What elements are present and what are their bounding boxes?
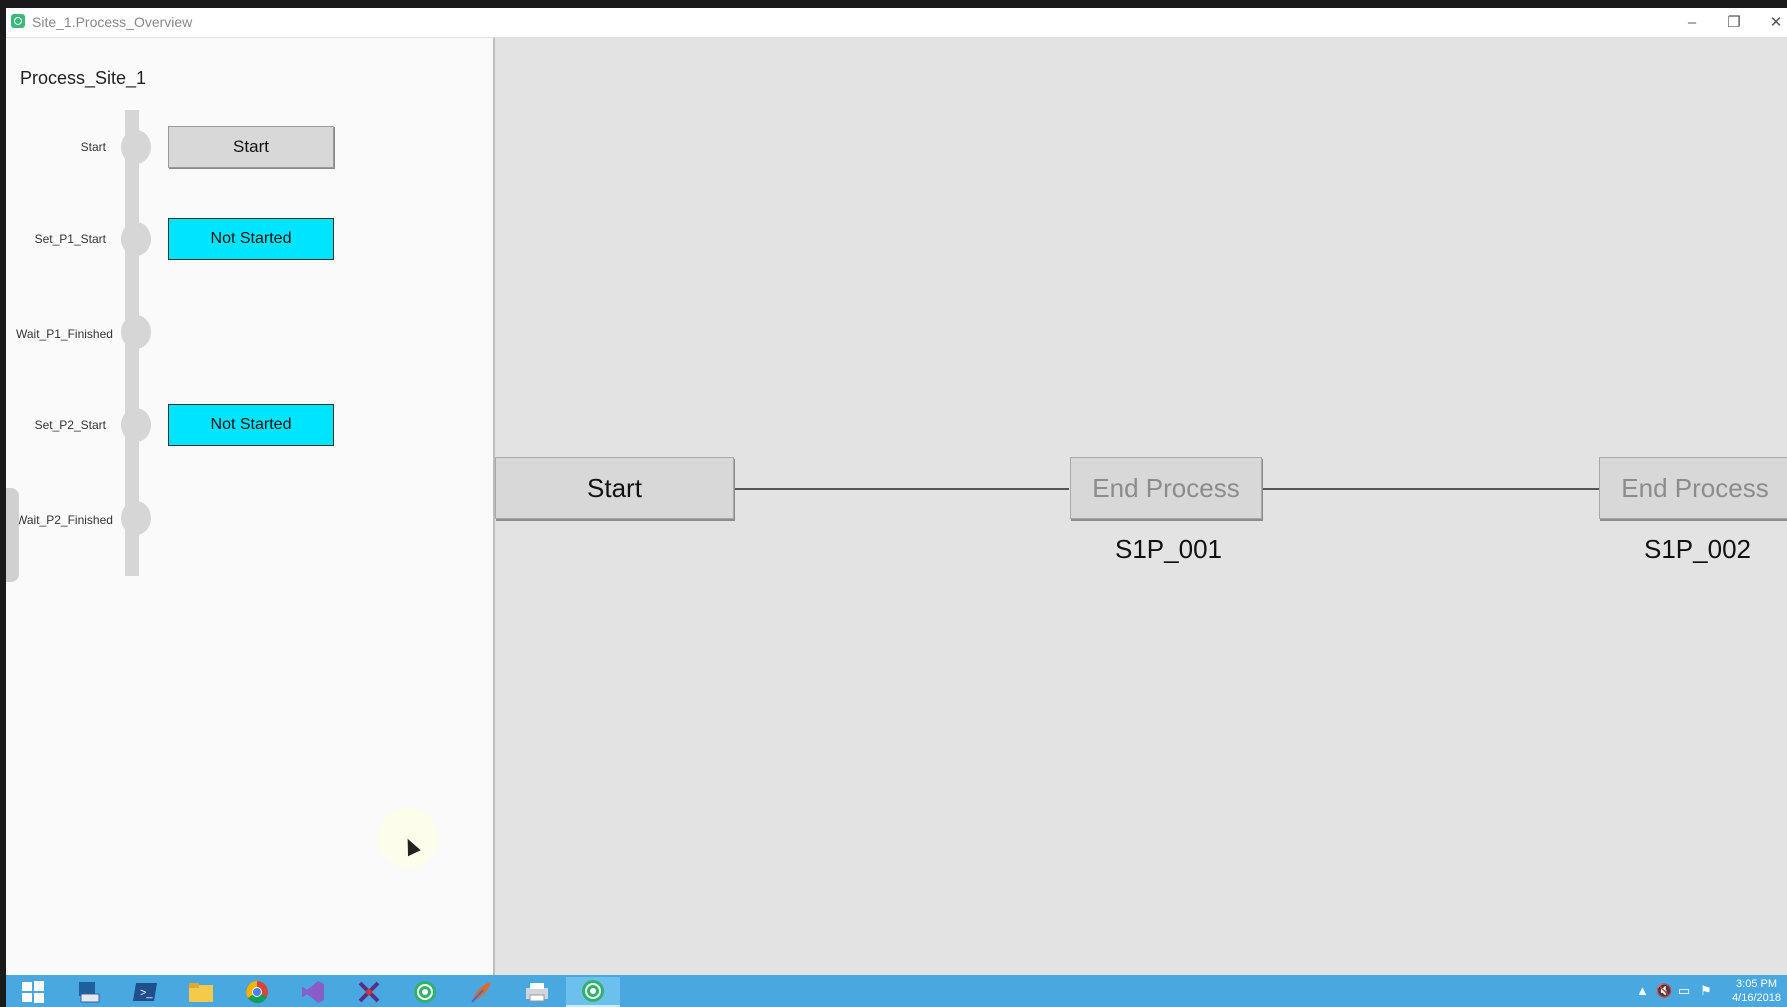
flow-connector [733, 488, 1069, 490]
flow-node-end-process[interactable]: End Process [1599, 457, 1787, 519]
show-hidden-icons-icon[interactable]: ▲ [1636, 983, 1649, 998]
flow-node-start[interactable]: Start [495, 457, 734, 519]
application-window: Site_1.Process_Overview – ❐ ✕ Process_Si… [6, 8, 1787, 975]
svg-text:>_: >_ [140, 987, 153, 999]
step-label-wait-p1-finished: Wait_P1_Finished [16, 327, 113, 341]
window-title: Site_1.Process_Overview [32, 14, 193, 30]
step-sequence-panel: Process_Site_1 Start Start Set_P1_Start … [6, 38, 495, 975]
panel-collapse-handle[interactable] [6, 488, 19, 582]
flow-node-end-process[interactable]: End Process [1070, 457, 1262, 519]
printer-icon[interactable] [510, 977, 564, 1007]
step-label-start: Start [80, 140, 106, 154]
step-node-set-p2-start [121, 408, 151, 442]
title-bar[interactable]: Site_1.Process_Overview – ❐ ✕ [6, 8, 1787, 38]
app-green-active-icon[interactable] [566, 977, 620, 1007]
network-icon[interactable]: ▭ [1678, 983, 1690, 999]
windows-start-icon[interactable] [6, 977, 60, 1007]
process-flow-canvas: Start End Process S1P_001 End Process S1… [495, 38, 1787, 975]
action-center-icon[interactable]: ⚑ [1700, 983, 1712, 999]
process-title: Process_Site_1 [20, 68, 147, 88]
taskbar: >_ ▲ 🔇 ▭ ⚑ 3:05 PM 4/16/2018 [6, 975, 1787, 1007]
tool-icon[interactable] [342, 977, 396, 1007]
system-clock[interactable]: 3:05 PM 4/16/2018 [1732, 977, 1781, 1005]
server-manager-icon[interactable] [62, 977, 116, 1007]
step-label-wait-p2-finished: Wait_P2_Finished [16, 513, 113, 527]
flow-node-caption: S1P_001 [1115, 534, 1222, 564]
feather-icon[interactable] [454, 977, 508, 1007]
visual-studio-icon[interactable] [286, 977, 340, 1007]
app-icon [11, 14, 25, 28]
app-green-icon[interactable] [398, 977, 452, 1007]
step-node-wait-p1-finished [121, 315, 151, 349]
restore-button[interactable]: ❐ [1713, 8, 1755, 37]
volume-icon[interactable]: 🔇 [1656, 983, 1672, 999]
powershell-icon[interactable]: >_ [118, 977, 172, 1007]
step-node-set-p1-start [121, 222, 151, 256]
start-step-button[interactable]: Start [168, 126, 334, 168]
step-node-start [121, 130, 151, 164]
step-label-set-p2-start: Set_P2_Start [34, 418, 106, 432]
chrome-icon[interactable] [230, 977, 284, 1007]
flow-connector [1263, 488, 1599, 490]
close-button[interactable]: ✕ [1755, 8, 1787, 37]
clock-time: 3:05 PM [1736, 978, 1778, 990]
minimize-button[interactable]: – [1671, 8, 1713, 37]
set-p1-start-status-button[interactable]: Not Started [168, 218, 334, 260]
set-p2-start-status-button[interactable]: Not Started [168, 404, 334, 446]
step-label-set-p1-start: Set_P1_Start [34, 232, 106, 246]
file-explorer-icon[interactable] [174, 977, 228, 1007]
step-node-wait-p2-finished [121, 501, 151, 535]
flow-node-caption: S1P_002 [1644, 534, 1751, 564]
clock-date: 4/16/2018 [1732, 992, 1781, 1004]
